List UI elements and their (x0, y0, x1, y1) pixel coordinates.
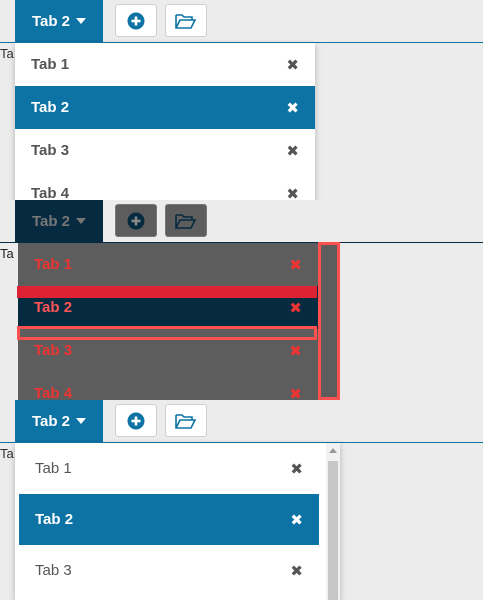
panel-top: Tab 2 Ta Tab 1 ✖ Tab 2 ✖ Tab 3 ✖ Tab 4 ✖ (0, 0, 483, 200)
tab-dropdown-menu: Tab 1 ✖ Tab 2 ✖ Tab 3 ✖ Tab 4 ✖ (15, 43, 315, 200)
close-icon[interactable]: ✖ (286, 56, 299, 74)
menu-item[interactable]: Tab 3 ✖ (15, 129, 315, 172)
background-text: Ta (0, 446, 14, 461)
close-icon[interactable]: ✖ (289, 342, 302, 360)
add-tab-button[interactable] (115, 204, 157, 237)
menu-item[interactable]: Tab 1 ✖ (19, 443, 319, 494)
scroll-up-icon[interactable] (329, 448, 337, 453)
diff-highlight (17, 326, 317, 340)
menu-item-label: Tab 2 (35, 511, 74, 528)
menu-scrollbar[interactable] (326, 443, 340, 600)
menu-item-label: Tab 1 (35, 460, 72, 477)
toolbar: Tab 2 (0, 400, 483, 443)
menu-item-label: Tab 4 (34, 385, 73, 400)
menu-item-label: Tab 1 (34, 256, 73, 273)
background-text: Ta (0, 246, 14, 261)
scrollbar-thumb[interactable] (328, 461, 338, 600)
plus-circle-icon (127, 12, 145, 29)
close-icon[interactable]: ✖ (286, 142, 299, 160)
add-tab-button[interactable] (115, 404, 157, 437)
menu-item[interactable]: Tab 1 ✖ (15, 43, 315, 86)
plus-circle-icon (127, 212, 145, 229)
menu-item-selected[interactable]: Tab 2 ✖ (19, 494, 319, 545)
menu-item[interactable]: Tab 4 ✖ (15, 172, 315, 200)
panel-bottom: Tab 2 Ta Tab 1 ✖ Tab 2 ✖ Tab 3 ✖ (0, 400, 483, 600)
close-icon[interactable]: ✖ (290, 460, 303, 478)
open-file-button[interactable] (165, 4, 207, 37)
background-text: Ta (0, 46, 14, 61)
close-icon[interactable]: ✖ (286, 185, 299, 201)
close-icon[interactable]: ✖ (289, 299, 302, 317)
add-tab-button[interactable] (115, 4, 157, 37)
toolbar: Tab 2 (0, 200, 483, 243)
close-icon[interactable]: ✖ (289, 256, 302, 274)
menu-item-label: Tab 2 (34, 299, 73, 316)
panel-diff: Tab 2 Ta Tab 1 ✖ Tab 2 ✖ Tab 3 ✖ Tab 4 ✖ (0, 200, 483, 400)
menu-item-label: Tab 3 (34, 342, 73, 359)
menu-item[interactable]: Tab 4 ✖ (18, 372, 318, 400)
folder-open-icon (175, 413, 197, 429)
folder-open-icon (175, 13, 197, 29)
menu-item[interactable]: Tab 1 ✖ (18, 243, 318, 286)
active-tab-label: Tab 2 (31, 412, 71, 430)
menu-item-label: Tab 1 (31, 56, 70, 73)
caret-down-icon (76, 18, 87, 24)
menu-item-label: Tab 3 (35, 562, 72, 579)
caret-down-icon (76, 418, 87, 424)
caret-down-icon (76, 218, 87, 224)
toolbar: Tab 2 (0, 0, 483, 43)
diff-highlight (17, 286, 317, 298)
close-icon[interactable]: ✖ (290, 511, 303, 529)
tab-dropdown-menu: Tab 1 ✖ Tab 2 ✖ Tab 3 ✖ (15, 443, 340, 600)
active-tab-label: Tab 2 (31, 212, 71, 230)
active-tab-dropdown[interactable]: Tab 2 (15, 200, 103, 243)
active-tab-dropdown[interactable]: Tab 2 (15, 0, 103, 43)
active-tab-dropdown[interactable]: Tab 2 (15, 400, 103, 443)
close-icon[interactable]: ✖ (289, 385, 302, 401)
menu-item-label: Tab 2 (31, 99, 70, 116)
scrollbar-diff (318, 242, 340, 400)
menu-item-selected[interactable]: Tab 2 ✖ (15, 86, 315, 129)
open-file-button[interactable] (165, 204, 207, 237)
active-tab-label: Tab 2 (31, 12, 71, 30)
close-icon[interactable]: ✖ (286, 99, 299, 117)
menu-item[interactable]: Tab 3 ✖ (19, 545, 319, 596)
open-file-button[interactable] (165, 404, 207, 437)
folder-open-icon (175, 213, 197, 229)
tab-dropdown-menu: Tab 1 ✖ Tab 2 ✖ Tab 3 ✖ Tab 4 ✖ (18, 243, 318, 400)
menu-item-label: Tab 3 (31, 142, 70, 159)
plus-circle-icon (127, 412, 145, 429)
close-icon[interactable]: ✖ (290, 562, 303, 580)
menu-item-label: Tab 4 (31, 185, 70, 200)
